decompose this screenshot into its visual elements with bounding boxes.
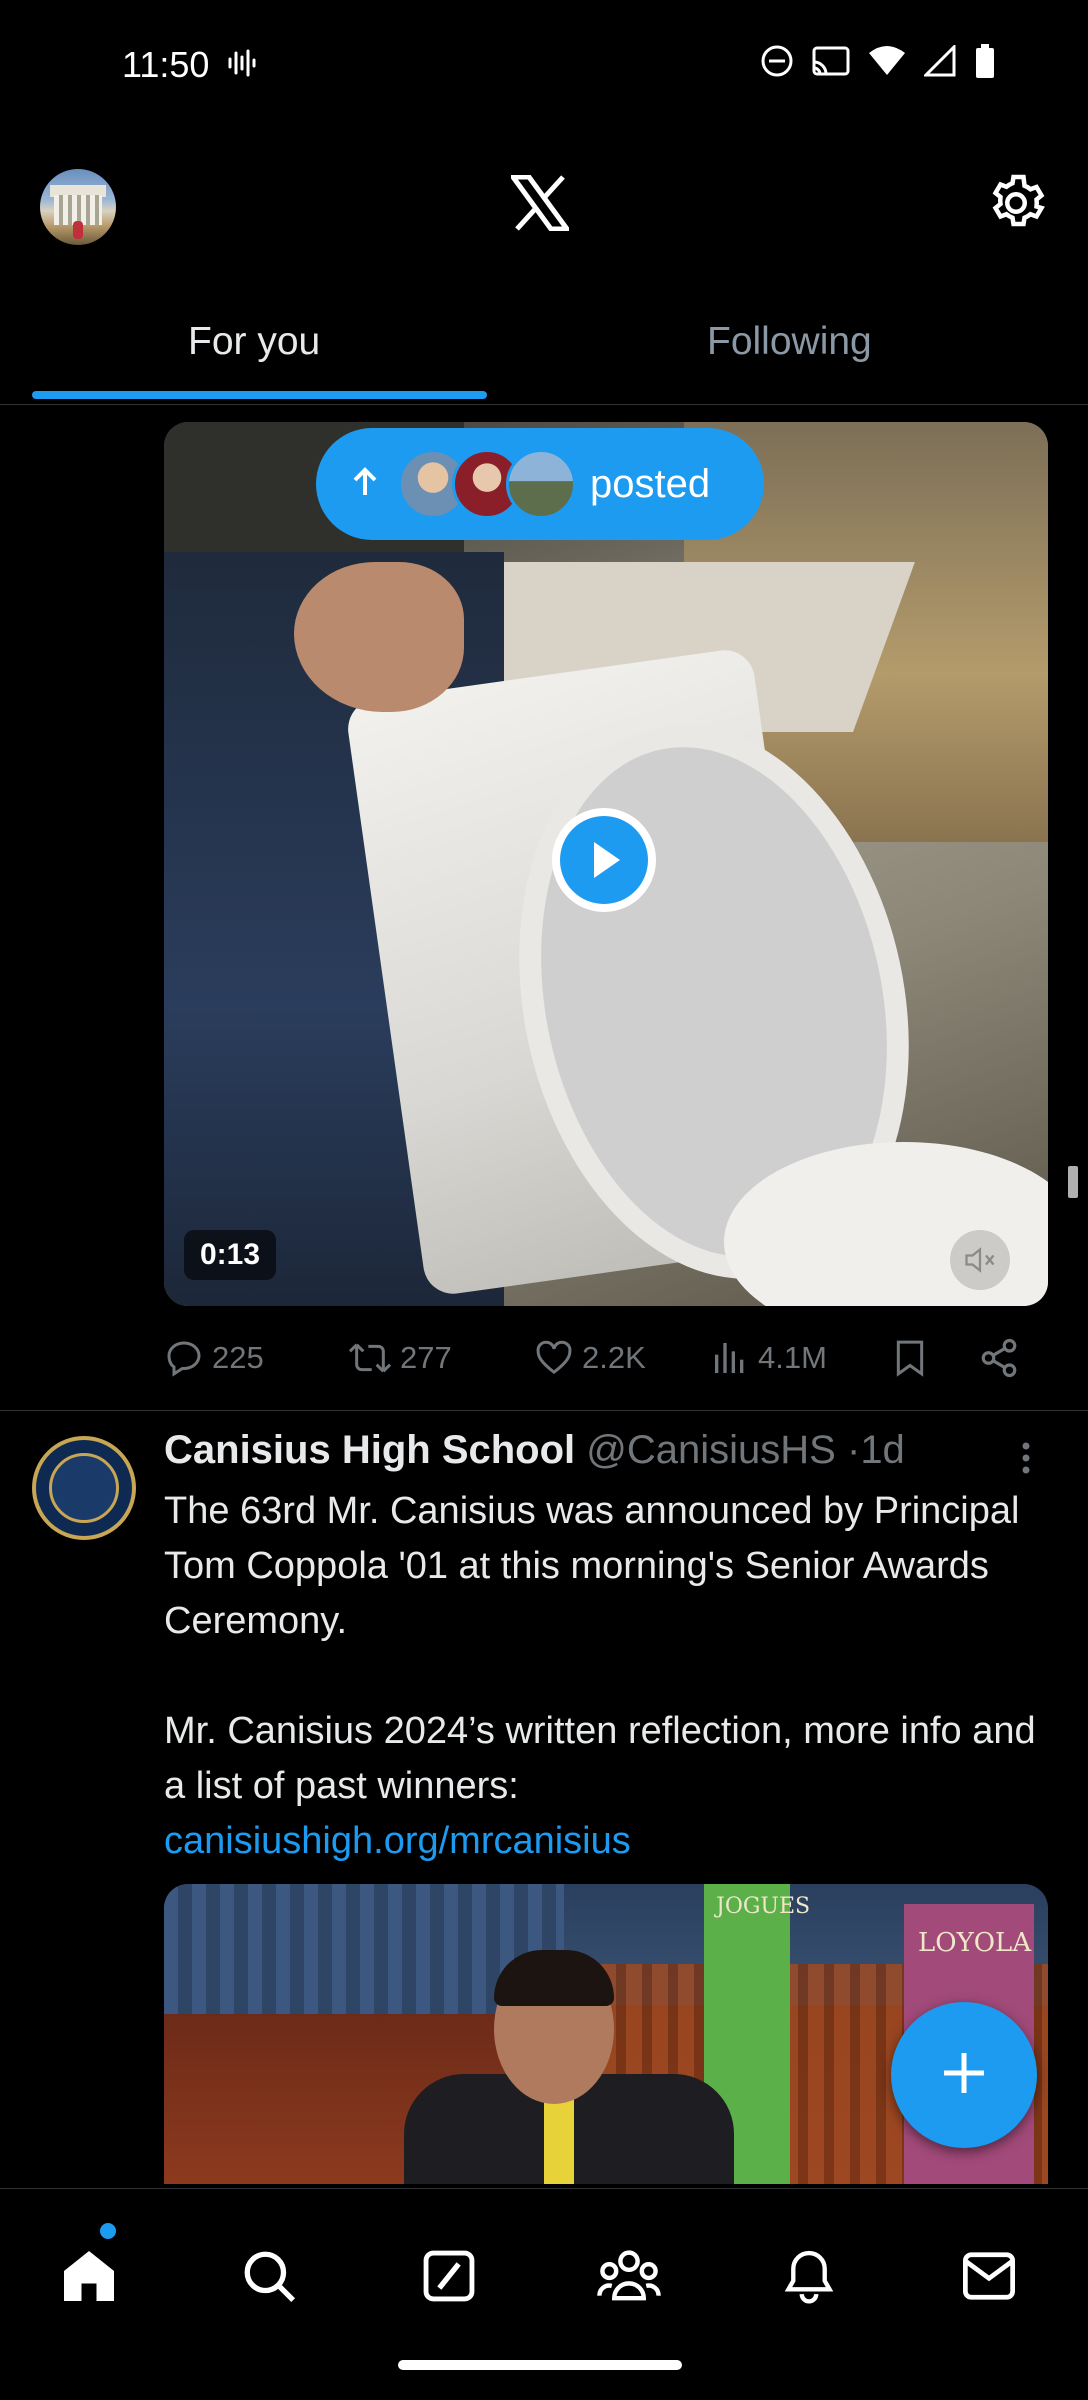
settings-icon[interactable] xyxy=(986,173,1046,238)
more-options-icon[interactable] xyxy=(1016,1438,1036,1483)
profile-avatar[interactable] xyxy=(40,169,116,245)
banner-text: LOYOLA xyxy=(918,1928,1032,1958)
nav-messages[interactable] xyxy=(944,2233,1034,2323)
author-handle[interactable]: @CanisiusHS xyxy=(586,1428,836,1472)
nav-communities[interactable] xyxy=(584,2233,674,2323)
mute-icon[interactable] xyxy=(950,1230,1010,1290)
nav-notifications[interactable] xyxy=(764,2233,854,2323)
tab-for-you[interactable]: For you xyxy=(188,320,320,364)
battery-icon xyxy=(974,44,996,83)
like-count: 2.2K xyxy=(582,1340,646,1375)
tweet-paragraph: Mr. Canisius 2024’s written reflection, … xyxy=(164,1710,1036,1807)
retweet-button[interactable]: 277 xyxy=(348,1328,452,1388)
tweet-paragraph: The 63rd Mr. Canisius was announced by P… xyxy=(164,1490,1020,1642)
author-name[interactable]: Canisius High School xyxy=(164,1428,575,1472)
bookmark-button[interactable] xyxy=(890,1328,930,1388)
wifi-icon xyxy=(868,45,906,82)
nav-home[interactable] xyxy=(44,2233,134,2323)
tab-following[interactable]: Following xyxy=(707,320,872,364)
search-icon xyxy=(240,2247,298,2310)
messages-icon xyxy=(960,2250,1018,2307)
views-button[interactable]: 4.1M xyxy=(710,1328,827,1388)
share-button[interactable] xyxy=(978,1328,1020,1388)
x-logo-icon[interactable] xyxy=(508,174,572,236)
status-icons xyxy=(760,43,996,83)
tweet-header: Canisius High School @CanisiusHS ·1d xyxy=(164,1428,905,1473)
tweet-divider xyxy=(0,1410,1088,1411)
top-bar xyxy=(0,135,1088,275)
grok-icon xyxy=(420,2247,478,2310)
play-icon[interactable] xyxy=(552,808,656,912)
nav-grok[interactable] xyxy=(404,2233,494,2323)
communities-icon xyxy=(597,2246,661,2311)
tweet-video[interactable]: 0:13 xyxy=(164,422,1048,1306)
new-posts-pill[interactable]: posted xyxy=(316,428,764,540)
cast-icon xyxy=(812,44,850,83)
avatar xyxy=(506,449,576,519)
tweet-time: 1d xyxy=(860,1428,905,1472)
do-not-disturb-icon xyxy=(760,44,794,83)
notifications-icon xyxy=(780,2246,838,2311)
status-bar: 11:50 xyxy=(0,0,1088,135)
tab-selected-indicator xyxy=(32,391,487,399)
tweet-actions: 225 277 2.2K 4.1M xyxy=(164,1328,1048,1388)
video-duration: 0:13 xyxy=(184,1230,277,1280)
reply-count: 225 xyxy=(212,1340,264,1375)
compose-button[interactable] xyxy=(891,2002,1037,2148)
retweet-count: 277 xyxy=(400,1340,452,1375)
view-count: 4.1M xyxy=(758,1340,827,1375)
author-avatar[interactable] xyxy=(32,1436,136,1540)
home-indicator[interactable] xyxy=(398,2360,682,2370)
notification-dot xyxy=(100,2223,116,2239)
plus-icon xyxy=(940,2049,988,2102)
nav-search[interactable] xyxy=(224,2233,314,2323)
status-time: 11:50 xyxy=(122,44,210,85)
scrollbar[interactable] xyxy=(1068,1166,1078,1198)
tweet-text: The 63rd Mr. Canisius was announced by P… xyxy=(164,1484,1044,1869)
tweet-link[interactable]: canisiushigh.org/mrcanisius xyxy=(164,1814,1044,1869)
signal-icon xyxy=(922,43,956,82)
sound-wave-icon xyxy=(226,48,256,83)
posted-label: posted xyxy=(590,461,711,506)
banner-text: JOGUES xyxy=(716,1894,811,1919)
pill-avatars xyxy=(398,449,576,519)
reply-button[interactable]: 225 xyxy=(164,1328,264,1388)
like-button[interactable]: 2.2K xyxy=(534,1328,646,1388)
timeline-tabs: For you Following xyxy=(0,290,1088,405)
arrow-up-icon xyxy=(352,466,378,502)
home-icon xyxy=(59,2246,119,2311)
separator-dot: · xyxy=(846,1428,861,1472)
